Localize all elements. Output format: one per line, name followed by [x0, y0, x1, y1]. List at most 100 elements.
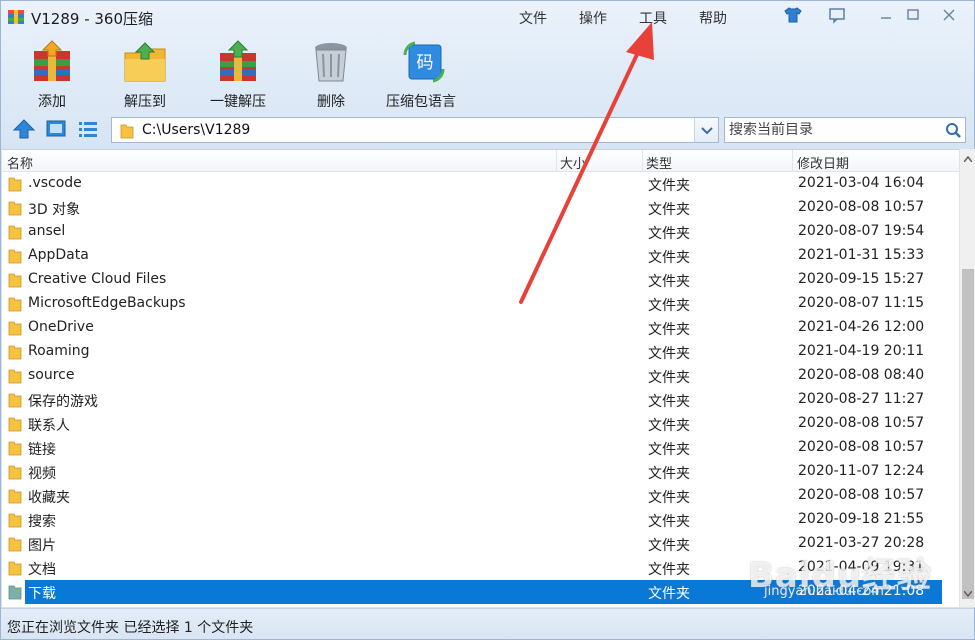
file-modified-date: 2020-08-07 19:54 — [798, 223, 925, 239]
search-icon[interactable] — [943, 121, 963, 139]
folder-icon — [8, 297, 22, 312]
file-modified-date: 2020-11-07 12:24 — [798, 463, 925, 479]
file-modified-date: 2021-03-04 16:04 — [798, 175, 925, 191]
folder-icon — [8, 537, 22, 552]
scrollbar-thumb[interactable] — [962, 269, 974, 599]
file-name: Creative Cloud Files — [28, 271, 167, 287]
column-separator[interactable] — [642, 150, 643, 172]
file-modified-date: 2021-04-19 20:11 — [798, 343, 925, 359]
one-click-extract-icon — [220, 40, 256, 81]
file-name: .vscode — [28, 175, 82, 191]
delete-label: 删除 — [317, 94, 345, 110]
menu-file[interactable]: 文件 — [519, 8, 547, 28]
file-modified-date: 2020-08-08 10:57 — [798, 439, 925, 455]
archive-language-label: 压缩包语言 — [386, 94, 456, 110]
file-type: 文件夹 — [648, 466, 690, 482]
file-name: 搜索 — [28, 514, 56, 530]
table-row[interactable]: AppData 文件夹 2021-01-31 15:33 — [2, 244, 942, 268]
file-name: 收藏夹 — [28, 490, 70, 506]
table-row[interactable]: 搜索 文件夹 2020-09-18 21:55 — [2, 508, 942, 532]
thumbnail-view-icon[interactable] — [44, 118, 68, 140]
file-modified-date: 2020-09-18 21:55 — [798, 511, 925, 527]
folder-icon — [8, 513, 22, 528]
menu-help[interactable]: 帮助 — [699, 8, 727, 28]
column-size[interactable]: 大小 — [560, 153, 586, 172]
table-row[interactable]: OneDrive 文件夹 2021-04-26 12:00 — [2, 316, 942, 340]
file-name: source — [28, 367, 75, 383]
delete-button[interactable]: 删除 — [291, 39, 371, 110]
feedback-message-icon[interactable] — [826, 5, 848, 25]
file-modified-date: 2020-08-07 11:15 — [798, 295, 925, 311]
folder-icon — [8, 489, 22, 504]
file-list: 名称 大小 类型 修改日期 .vscode 文件夹 2021-03-04 16:04… — [2, 149, 959, 607]
encoding-glyph: 码 — [417, 53, 434, 73]
table-row[interactable]: 保存的游戏 文件夹 2020-08-27 11:27 — [2, 388, 942, 412]
file-type: 文件夹 — [648, 562, 690, 578]
file-type: 文件夹 — [648, 298, 690, 314]
column-type[interactable]: 类型 — [646, 153, 672, 172]
table-row[interactable]: 视频 文件夹 2020-11-07 12:24 — [2, 460, 942, 484]
folder-icon — [8, 585, 22, 600]
close-button[interactable] — [937, 4, 961, 26]
folder-icon — [8, 441, 22, 456]
up-arrow-icon[interactable] — [12, 118, 36, 140]
table-row[interactable]: source 文件夹 2020-08-08 08:40 — [2, 364, 942, 388]
column-separator[interactable] — [556, 150, 557, 172]
skin-shirt-icon[interactable] — [782, 5, 804, 25]
folder-icon — [8, 249, 22, 264]
table-row[interactable]: MicrosoftEdgeBackups 文件夹 2020-08-07 11:15 — [2, 292, 942, 316]
file-name: 联系人 — [28, 418, 70, 434]
column-header-row: 名称 大小 类型 修改日期 — [2, 150, 959, 172]
status-bar: 您正在浏览文件夹 已经选择 1 个文件夹 — [1, 608, 974, 639]
table-row[interactable]: 链接 文件夹 2020-08-08 10:57 — [2, 436, 942, 460]
encoding-language-icon: 码 — [403, 41, 445, 83]
file-type: 文件夹 — [648, 178, 690, 194]
list-view-icon[interactable] — [76, 118, 100, 140]
table-row[interactable]: ansel 文件夹 2020-08-07 19:54 — [2, 220, 942, 244]
column-name[interactable]: 名称 — [7, 153, 33, 172]
extract-to-button[interactable]: 解压到 — [105, 39, 185, 110]
file-name: 图片 — [28, 538, 56, 554]
file-modified-date: 2020-08-27 11:27 — [798, 391, 925, 407]
address-dropdown-button[interactable] — [694, 118, 718, 142]
title-bar: V1289 - 360压缩 文件 操作 工具 帮助 — [1, 1, 974, 33]
vertical-scrollbar[interactable] — [959, 149, 975, 607]
add-button[interactable]: 添加 — [12, 39, 92, 110]
table-row[interactable]: Creative Cloud Files 文件夹 2020-09-15 15:27 — [2, 268, 942, 292]
file-type: 文件夹 — [648, 490, 690, 506]
file-type: 文件夹 — [648, 394, 690, 410]
trash-bin-icon — [315, 43, 347, 82]
menu-operation[interactable]: 操作 — [579, 8, 607, 28]
scroll-down-icon[interactable] — [964, 591, 972, 597]
folder-icon — [8, 393, 22, 408]
maximize-button[interactable] — [901, 4, 925, 26]
folder-icon — [8, 273, 22, 288]
archive-language-button[interactable]: 码 压缩包语言 — [384, 39, 464, 110]
menu-tools[interactable]: 工具 — [639, 8, 667, 28]
folder-icon — [8, 201, 22, 216]
table-row[interactable]: Roaming 文件夹 2021-04-19 20:11 — [2, 340, 942, 364]
file-name: ansel — [28, 223, 66, 239]
file-name: MicrosoftEdgeBackups — [28, 295, 186, 311]
folder-icon — [8, 345, 22, 360]
one-click-extract-button[interactable]: 一键解压 — [198, 39, 278, 110]
scroll-up-icon[interactable] — [964, 156, 972, 162]
file-type: 文件夹 — [648, 250, 690, 266]
minimize-button[interactable] — [874, 4, 898, 26]
table-row[interactable]: 联系人 文件夹 2020-08-08 10:57 — [2, 412, 942, 436]
column-modified[interactable]: 修改日期 — [797, 153, 849, 172]
column-separator[interactable] — [792, 150, 793, 172]
file-modified-date: 2021-04-26 12:00 — [798, 319, 925, 335]
address-bar[interactable]: C:\Users\V1289 — [111, 117, 719, 143]
file-name: OneDrive — [28, 319, 94, 335]
file-type: 文件夹 — [648, 202, 690, 218]
add-label: 添加 — [38, 94, 66, 110]
table-row[interactable]: .vscode 文件夹 2021-03-04 16:04 — [2, 172, 942, 196]
extract-to-label: 解压到 — [124, 94, 166, 110]
app-logo-icon — [8, 10, 24, 24]
file-name: 视频 — [28, 466, 56, 482]
search-input[interactable] — [725, 118, 941, 142]
file-type: 文件夹 — [648, 370, 690, 386]
table-row[interactable]: 3D 对象 文件夹 2020-08-08 10:57 — [2, 196, 942, 220]
table-row[interactable]: 收藏夹 文件夹 2020-08-08 10:57 — [2, 484, 942, 508]
